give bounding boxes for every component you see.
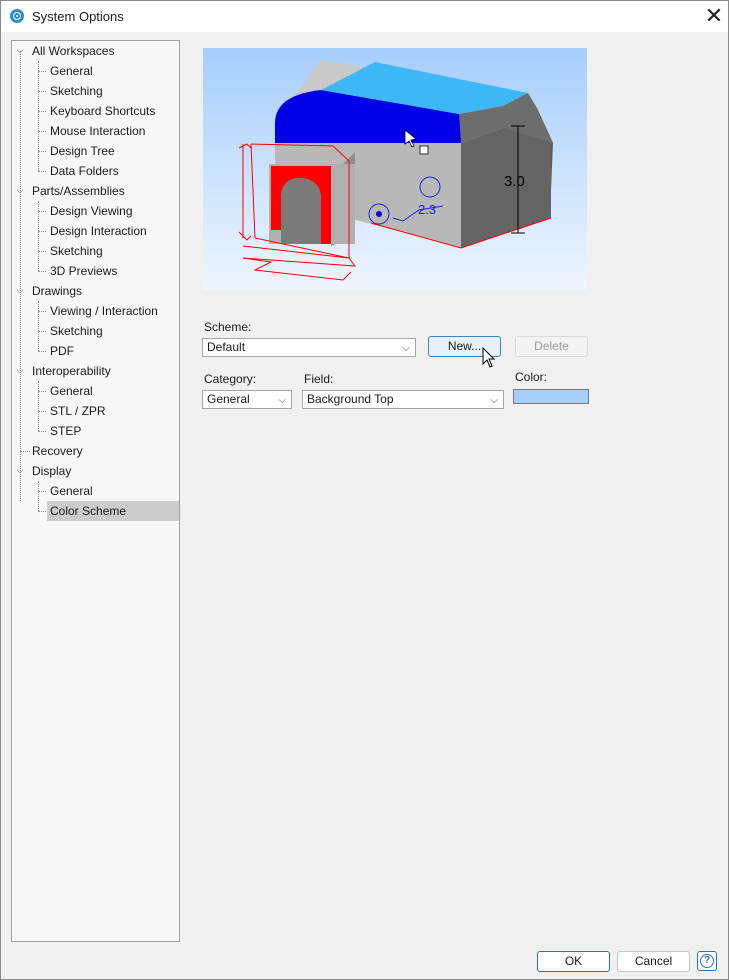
field-label: Field: xyxy=(304,372,334,386)
system-options-window: System Options ✕ All Workspaces ⌵ General S… xyxy=(0,0,729,980)
field-value: Background Top xyxy=(307,392,394,406)
scheme-label: Scheme: xyxy=(204,320,252,334)
tree-connector xyxy=(38,381,39,431)
tree-connector xyxy=(38,231,46,232)
preview-model-illustration: 3.0 2.3 xyxy=(238,60,553,281)
close-icon[interactable]: ✕ xyxy=(701,3,727,29)
cancel-button[interactable]: Cancel xyxy=(617,951,690,972)
tree-group[interactable]: Display xyxy=(32,461,71,481)
tree-connector xyxy=(38,301,39,351)
tree-connector xyxy=(38,271,46,272)
tree-item[interactable]: Design Viewing xyxy=(50,201,133,221)
tree-item[interactable]: STEP xyxy=(50,421,81,441)
category-value: General xyxy=(207,392,250,406)
tree-connector xyxy=(20,51,21,501)
color-scheme-preview: 3.0 2.3 xyxy=(203,48,587,290)
tree-item[interactable]: Design Tree xyxy=(50,141,115,161)
tree-connector xyxy=(38,411,46,412)
dropdown-arrow-icon: ⌵ xyxy=(490,395,498,406)
tree-connector xyxy=(38,481,39,511)
category-label: Category: xyxy=(204,372,257,386)
tree-group[interactable]: Recovery xyxy=(32,441,83,461)
tree-item[interactable]: Mouse Interaction xyxy=(50,121,145,141)
color-swatch[interactable] xyxy=(513,389,589,404)
tree-connector xyxy=(38,331,46,332)
tree-item[interactable]: PDF xyxy=(50,341,74,361)
tree-connector xyxy=(38,351,46,352)
tree-connector xyxy=(38,391,46,392)
delete-scheme-button[interactable]: Delete xyxy=(515,336,588,357)
tree-item[interactable]: 3D Previews xyxy=(50,261,117,281)
tree-connector xyxy=(38,211,46,212)
mouse-pointer-icon xyxy=(482,347,496,368)
tree-item[interactable]: Sketching xyxy=(50,321,103,341)
tree-connector xyxy=(38,431,46,432)
tree-item[interactable]: Sketching xyxy=(50,241,103,261)
tree-connector xyxy=(38,251,46,252)
tree-item[interactable]: Design Interaction xyxy=(50,221,147,241)
tree-connector xyxy=(38,61,39,171)
tree-item[interactable]: Data Folders xyxy=(50,161,119,181)
tree-connector xyxy=(38,71,46,72)
title-bar: System Options ✕ xyxy=(1,1,728,32)
tree-item[interactable]: Keyboard Shortcuts xyxy=(50,101,155,121)
dropdown-arrow-icon: ⌵ xyxy=(278,395,286,406)
tree-item[interactable]: Viewing / Interaction xyxy=(50,301,158,321)
tree-item[interactable]: STL / ZPR xyxy=(50,401,106,421)
field-select[interactable]: Background Top ⌵ xyxy=(302,390,504,409)
tree-connector xyxy=(38,171,46,172)
color-label: Color: xyxy=(515,370,548,384)
category-select[interactable]: General ⌵ xyxy=(202,390,292,409)
window-title: System Options xyxy=(32,9,124,24)
tree-item[interactable]: General xyxy=(50,61,93,81)
tree-connector xyxy=(20,451,30,452)
tree-connector xyxy=(38,491,46,492)
help-button[interactable]: ? xyxy=(697,951,717,971)
tree-group[interactable]: All Workspaces xyxy=(32,41,114,61)
tree-connector xyxy=(38,91,46,92)
dropdown-arrow-icon: ⌵ xyxy=(402,343,410,354)
tree-item[interactable]: Sketching xyxy=(50,81,103,101)
tree-item[interactable]: General xyxy=(50,481,93,501)
tree-connector xyxy=(38,201,39,271)
ok-button[interactable]: OK xyxy=(537,951,610,972)
tree-group[interactable]: Parts/Assemblies xyxy=(32,181,125,201)
tree-item[interactable]: Color Scheme xyxy=(47,501,179,521)
tree-connector xyxy=(38,151,46,152)
tree-group[interactable]: Interoperability xyxy=(32,361,111,381)
tree-connector xyxy=(38,111,46,112)
dimension-diameter-label: 2.3 xyxy=(418,202,436,217)
tree-group[interactable]: Drawings xyxy=(32,281,82,301)
dimension-height-label: 3.0 xyxy=(504,173,525,190)
tree-connector xyxy=(38,131,46,132)
tree-connector xyxy=(38,311,46,312)
tree-connector xyxy=(38,511,46,512)
app-icon xyxy=(10,9,24,23)
help-icon: ? xyxy=(700,954,714,968)
scheme-value: Default xyxy=(207,340,246,354)
options-tree: All Workspaces ⌵ General Sketching Keyboard … xyxy=(11,40,180,942)
scheme-select[interactable]: Default ⌵ xyxy=(202,338,416,357)
tree-item[interactable]: General xyxy=(50,381,93,401)
